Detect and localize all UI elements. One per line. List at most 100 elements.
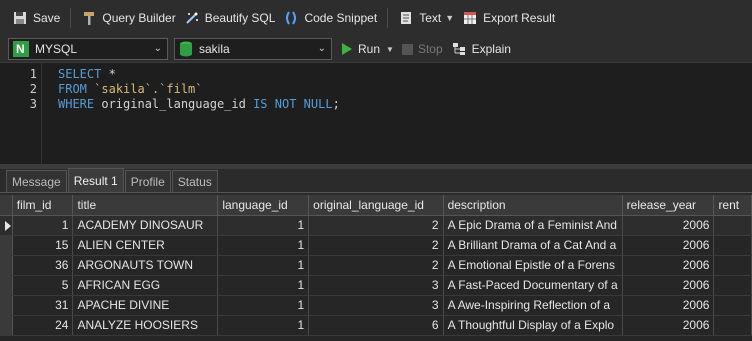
- table-row[interactable]: 5 AFRICAN EGG 1 3 A Fast-Paced Documenta…: [0, 275, 752, 296]
- cell-release-year[interactable]: 2006: [622, 315, 715, 336]
- save-button[interactable]: Save: [8, 6, 64, 30]
- cell-language-id[interactable]: 1: [217, 295, 310, 316]
- run-button[interactable]: Run ▼: [338, 37, 398, 61]
- cell-title[interactable]: ANALYZE HOOSIERS: [72, 315, 219, 336]
- table-row[interactable]: 24 ANALYZE HOOSIERS 1 6 A Thoughtful Dis…: [0, 315, 752, 336]
- text-output-button[interactable]: Text ▼: [394, 6, 458, 30]
- column-header-rent[interactable]: rent: [713, 195, 752, 216]
- chevron-down-icon: ⌄: [153, 43, 162, 54]
- tab-result-1[interactable]: Result 1: [67, 168, 124, 192]
- cell-rent[interactable]: [713, 255, 752, 276]
- row-selector[interactable]: [0, 295, 13, 316]
- cell-rent[interactable]: [713, 315, 752, 336]
- code-snippet-button[interactable]: Code Snippet: [279, 6, 381, 30]
- tab-profile[interactable]: Profile: [124, 170, 171, 192]
- cell-title[interactable]: APACHE DIVINE: [72, 295, 219, 316]
- cell-film-id[interactable]: 36: [12, 255, 74, 276]
- cell-film-id[interactable]: 15: [12, 235, 74, 256]
- cell-film-id[interactable]: 5: [12, 275, 74, 296]
- explain-button[interactable]: Explain: [447, 37, 515, 61]
- export-result-label: Export Result: [483, 11, 556, 25]
- column-header-original-language-id[interactable]: original_language_id: [308, 195, 444, 216]
- cell-description[interactable]: A Emotional Epistle of a Forens: [443, 255, 623, 276]
- explain-tree-icon: [451, 41, 467, 57]
- magic-wand-icon: [184, 10, 200, 26]
- current-row-pointer-icon: [5, 220, 11, 231]
- cell-original-language-id[interactable]: 2: [308, 255, 444, 276]
- cell-language-id[interactable]: 1: [217, 215, 310, 236]
- cell-description[interactable]: A Thoughtful Display of a Explo: [443, 315, 623, 336]
- cell-original-language-id[interactable]: 6: [308, 315, 444, 336]
- cell-film-id[interactable]: 1: [12, 215, 74, 236]
- result-grid: film_id title language_id original_langu…: [0, 195, 752, 341]
- row-header-corner: [0, 195, 13, 216]
- stop-label: Stop: [417, 42, 443, 56]
- cell-original-language-id[interactable]: 3: [308, 295, 444, 316]
- cell-original-language-id[interactable]: 2: [308, 235, 444, 256]
- cell-description[interactable]: A Brilliant Drama of a Cat And a: [443, 235, 623, 256]
- document-icon: [398, 10, 414, 26]
- cell-release-year[interactable]: 2006: [622, 235, 715, 256]
- cell-language-id[interactable]: 1: [217, 255, 310, 276]
- cell-film-id[interactable]: 31: [12, 295, 74, 316]
- cell-release-year[interactable]: 2006: [622, 275, 715, 296]
- cell-title[interactable]: AFRICAN EGG: [72, 275, 219, 296]
- row-selector[interactable]: [0, 255, 13, 276]
- cell-film-id[interactable]: 24: [12, 315, 74, 336]
- play-icon: [342, 43, 352, 55]
- save-label: Save: [33, 11, 61, 25]
- column-header-release-year[interactable]: release_year: [622, 195, 715, 216]
- cell-rent[interactable]: [713, 295, 752, 316]
- row-selector[interactable]: [0, 235, 13, 256]
- cell-description[interactable]: A Epic Drama of a Feminist And: [443, 215, 623, 236]
- sql-editor[interactable]: 1 2 3 SELECT * FROM `sakila`.`film` WHER…: [0, 62, 752, 164]
- cell-description[interactable]: A Awe-Inspiring Reflection of a: [443, 295, 623, 316]
- chevron-down-icon: ▼: [445, 13, 455, 23]
- cell-description[interactable]: A Fast-Paced Documentary of a: [443, 275, 623, 296]
- sql-keyword: WHERE: [58, 97, 95, 111]
- column-header-title[interactable]: title: [72, 195, 219, 216]
- sql-keyword: SELECT: [58, 67, 102, 81]
- table-row[interactable]: 36 ARGONAUTS TOWN 1 2 A Emotional Epistl…: [0, 255, 752, 276]
- column-header-language-id[interactable]: language_id: [217, 195, 310, 216]
- column-header-description[interactable]: description: [443, 195, 623, 216]
- cell-rent[interactable]: [713, 235, 752, 256]
- tab-status[interactable]: Status: [171, 170, 218, 192]
- stop-button[interactable]: Stop: [398, 37, 447, 61]
- row-selector[interactable]: [0, 215, 13, 236]
- line-number: 1: [29, 67, 37, 81]
- sql-identifier: `sakila`.`film`: [94, 82, 203, 96]
- cell-title[interactable]: ARGONAUTS TOWN: [72, 255, 219, 276]
- table-row[interactable]: 15 ALIEN CENTER 1 2 A Brilliant Drama of…: [0, 235, 752, 256]
- export-result-button[interactable]: Export Result: [458, 6, 559, 30]
- connection-toolbar: N MYSQL ⌄ sakila ⌄ Run ▼ Stop Explain: [0, 36, 752, 62]
- sql-text: original_language_id: [94, 97, 254, 111]
- cell-title[interactable]: ALIEN CENTER: [72, 235, 219, 256]
- table-row[interactable]: 31 APACHE DIVINE 1 3 A Awe-Inspiring Ref…: [0, 295, 752, 316]
- row-selector[interactable]: [0, 315, 13, 336]
- table-row[interactable]: 1 ACADEMY DINOSAUR 1 2 A Epic Drama of a…: [0, 215, 752, 236]
- code-line: WHERE original_language_id IS NOT NULL;: [58, 97, 340, 111]
- row-selector[interactable]: [0, 275, 13, 296]
- cell-release-year[interactable]: 2006: [622, 255, 715, 276]
- cell-rent[interactable]: [713, 215, 752, 236]
- cell-language-id[interactable]: 1: [217, 235, 310, 256]
- cell-language-id[interactable]: 1: [217, 315, 310, 336]
- code-line: SELECT *: [58, 67, 116, 81]
- cell-title[interactable]: ACADEMY DINOSAUR: [72, 215, 219, 236]
- beautify-sql-label: Beautify SQL: [204, 11, 276, 25]
- cell-rent[interactable]: [713, 275, 752, 296]
- cell-original-language-id[interactable]: 2: [308, 215, 444, 236]
- column-header-film-id[interactable]: film_id: [12, 195, 74, 216]
- cell-language-id[interactable]: 1: [217, 275, 310, 296]
- tab-message[interactable]: Message: [6, 170, 67, 192]
- cell-release-year[interactable]: 2006: [622, 215, 715, 236]
- beautify-sql-button[interactable]: Beautify SQL: [180, 6, 280, 30]
- stop-icon: [401, 43, 413, 55]
- query-builder-button[interactable]: Query Builder: [77, 6, 179, 30]
- cell-original-language-id[interactable]: 3: [308, 275, 444, 296]
- connection-type-select[interactable]: N MYSQL ⌄: [8, 38, 168, 60]
- toolbar-divider: [70, 8, 72, 28]
- database-select[interactable]: sakila ⌄: [174, 38, 332, 60]
- cell-release-year[interactable]: 2006: [622, 295, 715, 316]
